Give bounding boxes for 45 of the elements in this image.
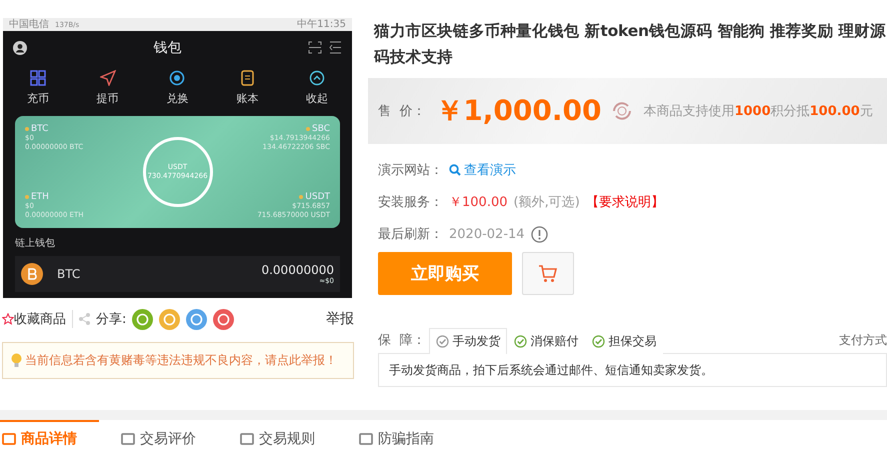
- report-link[interactable]: 举报: [326, 310, 356, 328]
- action-label: 提币: [96, 91, 119, 106]
- payment-methods-label[interactable]: 支付方式: [839, 332, 887, 348]
- action-label: 账本: [236, 91, 258, 106]
- price-label: 售 价：: [378, 103, 426, 120]
- action-label: 充币: [26, 91, 49, 106]
- scan-and-menu-icon: [308, 41, 342, 54]
- service-note: (额外,可选): [514, 194, 580, 211]
- star-outline-icon: [2, 313, 14, 325]
- detail-tab[interactable]: 交易规则: [238, 420, 337, 456]
- info-icon: [530, 226, 548, 242]
- action-label: 收起: [306, 91, 328, 106]
- qr-code-icon: [30, 70, 46, 86]
- avatar-icon: [13, 40, 27, 54]
- bitcoin-icon: [21, 263, 43, 285]
- price: ￥1,000.00: [435, 93, 602, 129]
- check-circle-icon: [514, 335, 528, 348]
- check-circle-icon: [592, 335, 606, 348]
- favorite-link[interactable]: 收藏商品: [2, 310, 66, 328]
- field-label: 最后刷新：: [378, 226, 443, 243]
- check-circle-icon: [436, 335, 450, 348]
- cart-icon: [538, 264, 558, 282]
- field-label: 演示网站：: [378, 162, 443, 179]
- detail-tab[interactable]: 防骗指南: [357, 420, 456, 456]
- points-icon: [611, 100, 634, 122]
- guarantee-tab[interactable]: 手动发货: [429, 328, 508, 354]
- product-title: 猫力市区块链多币种量化钱包 新token钱包源码 智能狗 推荐奖励 理财源码技术支持: [374, 21, 887, 68]
- field-label: 安装服务：: [378, 194, 443, 211]
- search-icon: [449, 164, 461, 176]
- action-label: 兑换: [166, 91, 188, 106]
- app-title: 钱包: [154, 38, 182, 56]
- chevron-up-circle-icon: [309, 70, 326, 86]
- share-label: 分享:: [96, 311, 126, 328]
- requirements-link[interactable]: 【要求说明】: [586, 193, 664, 211]
- service-price: ￥100.00: [449, 194, 508, 211]
- guarantee-label: 保 障：: [378, 332, 426, 349]
- points-note: 本商品支持使用1000积分抵100.00元: [643, 103, 873, 120]
- notebook-icon: [239, 70, 256, 86]
- refresh-date: 2020-02-14: [449, 226, 525, 242]
- add-to-cart-button[interactable]: [522, 252, 574, 295]
- section-label: 链上钱包: [15, 236, 56, 250]
- share-icon: [79, 313, 90, 325]
- detail-tab[interactable]: 交易评价: [119, 420, 218, 456]
- paper-plane-icon: [100, 70, 116, 86]
- guarantee-description: 手动发货商品，拍下后系统会通过邮件、短信通知卖家发货。: [378, 353, 887, 387]
